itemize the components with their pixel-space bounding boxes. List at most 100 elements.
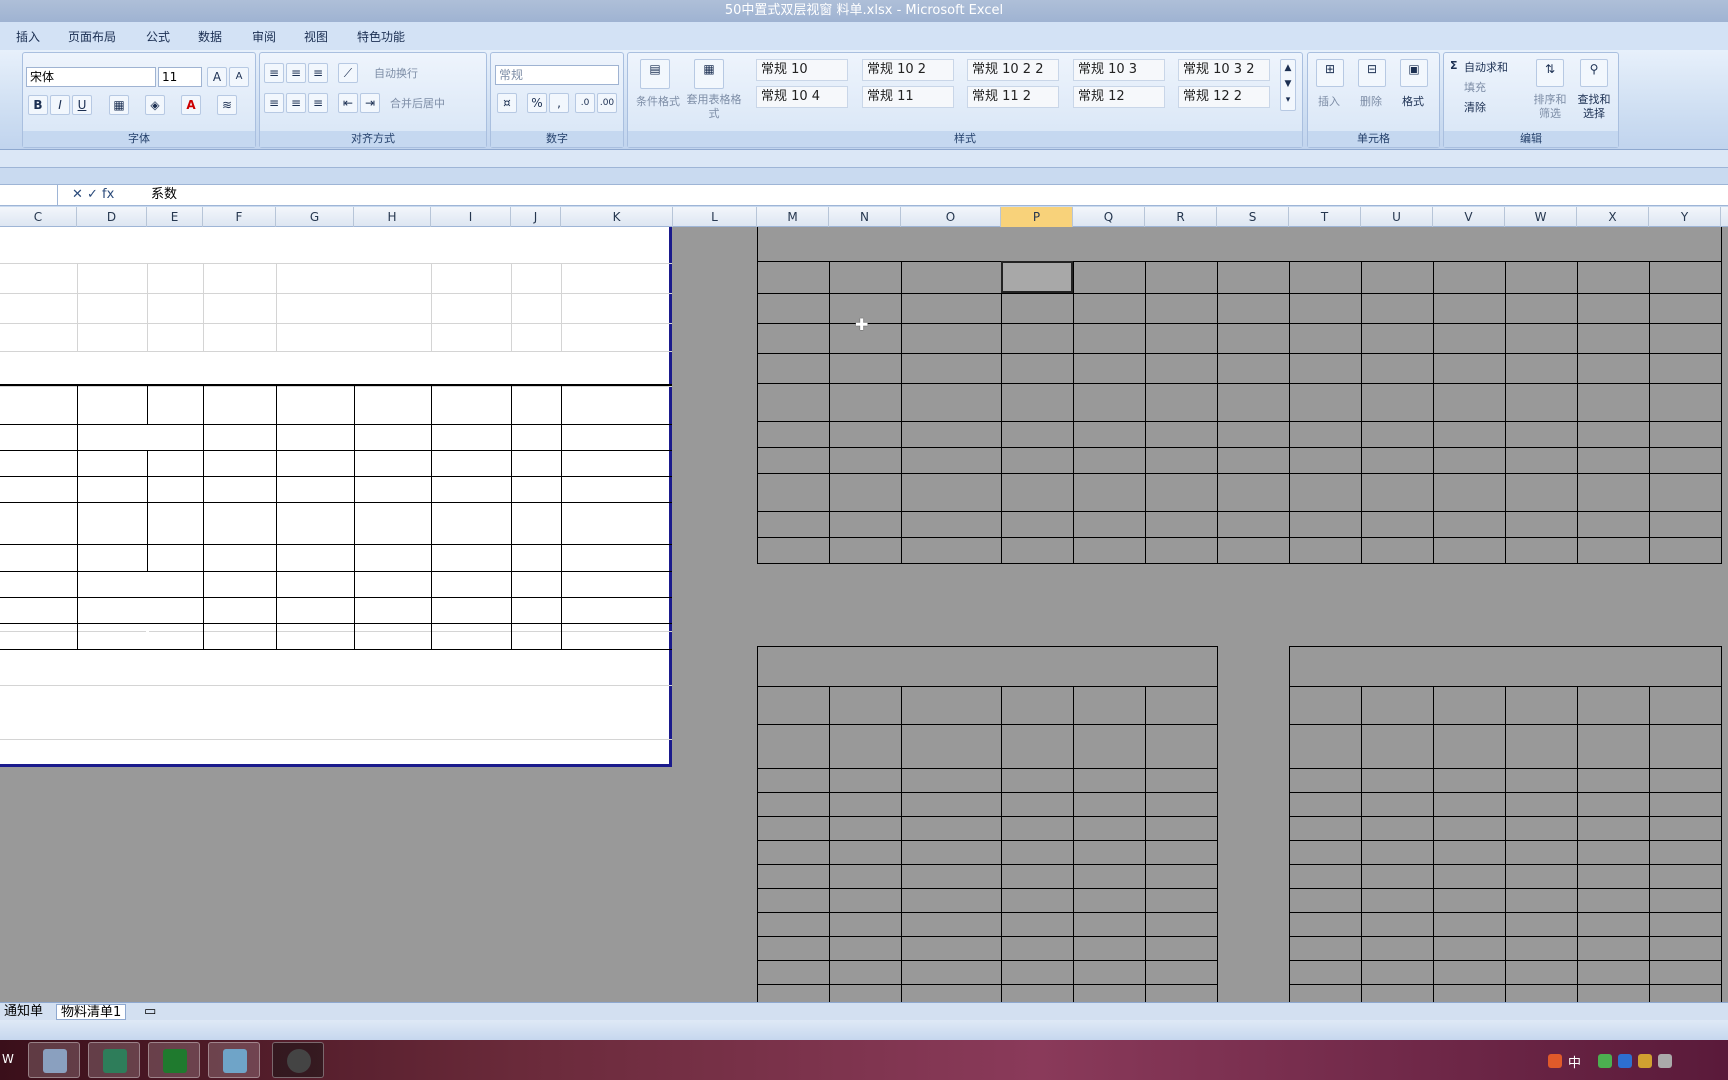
format-cells-button[interactable]: 格式 [1402, 93, 1424, 109]
insert-cells-icon[interactable]: ⊞ [1316, 59, 1344, 87]
align-bottom-icon[interactable]: ≡ [308, 63, 328, 83]
delete-cells-icon[interactable]: ⊟ [1358, 59, 1386, 87]
italic-button[interactable]: I [50, 95, 70, 115]
taskbar-recorder[interactable] [272, 1042, 324, 1078]
column-header-t[interactable]: T [1289, 207, 1361, 227]
column-header-d[interactable]: D [77, 207, 147, 227]
column-header-k[interactable]: K [561, 207, 673, 227]
bold-button[interactable]: B [28, 95, 48, 115]
column-header-w[interactable]: W [1505, 207, 1577, 227]
shrink-font-button[interactable]: A [229, 67, 249, 87]
underline-button[interactable]: U [72, 95, 92, 115]
column-header-h[interactable]: H [354, 207, 431, 227]
column-header-x[interactable]: X [1577, 207, 1649, 227]
fill-button[interactable]: 填充 [1464, 79, 1486, 95]
number-format-select[interactable]: 常规 [495, 65, 619, 85]
style-item[interactable]: 常规 12 2 [1178, 86, 1270, 108]
wrap-text-button[interactable]: 自动换行 [374, 65, 418, 81]
ime-mode[interactable]: 中 [1568, 1052, 1581, 1071]
style-item[interactable]: 常规 11 [862, 86, 954, 108]
wechat-icon[interactable] [1598, 1054, 1612, 1068]
style-item[interactable]: 常规 12 [1073, 86, 1165, 108]
align-center-icon[interactable]: ≡ [286, 93, 306, 113]
align-top-icon[interactable]: ≡ [264, 63, 284, 83]
column-header-o[interactable]: O [901, 207, 1001, 227]
increase-decimal-icon[interactable]: .0 [575, 93, 595, 113]
table-format-button[interactable]: 套用表格格式 [684, 93, 744, 121]
selected-cell[interactable] [1001, 261, 1073, 293]
column-header-q[interactable]: Q [1073, 207, 1145, 227]
decrease-decimal-icon[interactable]: .00 [597, 93, 617, 113]
column-header-g[interactable]: G [276, 207, 354, 227]
style-item[interactable]: 常规 10 4 [756, 86, 848, 108]
formula-input[interactable]: 系数 [151, 186, 177, 204]
worksheet[interactable]: ✚ [0, 227, 1728, 1002]
taskbar-autocad[interactable] [88, 1042, 140, 1078]
align-right-icon[interactable]: ≡ [308, 93, 328, 113]
taskbar-calculator[interactable] [28, 1042, 80, 1078]
grow-font-button[interactable]: A [207, 67, 227, 87]
column-header-u[interactable]: U [1361, 207, 1433, 227]
conditional-format-button[interactable]: 条件格式 [636, 93, 680, 109]
sort-filter-button[interactable]: 排序和筛选 [1530, 93, 1570, 121]
border-icon[interactable]: ▦ [109, 95, 129, 115]
phonetic-icon[interactable]: ≋ [217, 95, 237, 115]
column-header-f[interactable]: F [203, 207, 276, 227]
column-header-l[interactable]: L [673, 207, 757, 227]
ime-icon[interactable] [1548, 1054, 1562, 1068]
tab-special-features[interactable]: 特色功能 [357, 28, 405, 45]
tab-formulas[interactable]: 公式 [146, 28, 170, 45]
column-header-e[interactable]: E [147, 207, 203, 227]
indent-increase-icon[interactable]: ⇥ [360, 93, 380, 113]
style-item[interactable]: 常规 10 [756, 59, 848, 81]
insert-cells-button[interactable]: 插入 [1318, 93, 1340, 109]
font-name-select[interactable]: 宋体 [26, 67, 156, 87]
comma-icon[interactable]: , [549, 93, 569, 113]
column-header-y[interactable]: Y [1649, 207, 1721, 227]
tab-data[interactable]: 数据 [198, 28, 222, 45]
style-item[interactable]: 常规 10 3 2 [1178, 59, 1270, 81]
merge-center-button[interactable]: 合并后居中 [390, 95, 445, 111]
font-size-select[interactable]: 11 [158, 67, 202, 87]
indent-decrease-icon[interactable]: ⇤ [338, 93, 358, 113]
column-header-v[interactable]: V [1433, 207, 1505, 227]
column-header-n[interactable]: N [829, 207, 901, 227]
style-item[interactable]: 常规 10 2 2 [967, 59, 1059, 81]
column-header-j[interactable]: J [511, 207, 561, 227]
taskbar-app[interactable] [208, 1042, 260, 1078]
sheet-tab-notice[interactable]: 通知单 [0, 1004, 47, 1020]
align-middle-icon[interactable]: ≡ [286, 63, 306, 83]
sort-filter-icon[interactable]: ⇅ [1536, 59, 1564, 87]
tab-review[interactable]: 审阅 [252, 28, 276, 45]
style-gallery-scroll[interactable]: ▲ ▼ ▾ [1280, 59, 1296, 111]
style-item[interactable]: 常规 11 2 [967, 86, 1059, 108]
table-format-icon[interactable]: ▦ [694, 59, 724, 89]
sheet-tab-bom-1[interactable]: 物料清单1 [56, 1004, 127, 1020]
style-item[interactable]: 常规 10 3 [1073, 59, 1165, 81]
tray-icon[interactable] [1638, 1054, 1652, 1068]
find-select-button[interactable]: 查找和选择 [1574, 93, 1614, 121]
name-box[interactable] [0, 185, 58, 205]
tab-insert[interactable]: 插入 [16, 28, 40, 45]
fill-color-icon[interactable]: ◈ [145, 95, 165, 115]
new-sheet-icon[interactable]: ▭ [140, 1004, 160, 1020]
format-cells-icon[interactable]: ▣ [1400, 59, 1428, 87]
column-header-i[interactable]: I [431, 207, 511, 227]
orientation-icon[interactable]: ⟋ [338, 63, 358, 83]
conditional-format-icon[interactable]: ▤ [640, 59, 670, 89]
align-left-icon[interactable]: ≡ [264, 93, 284, 113]
column-header-p[interactable]: P [1001, 207, 1073, 227]
percent-icon[interactable]: % [527, 93, 547, 113]
find-select-icon[interactable]: ⚲ [1580, 59, 1608, 87]
delete-cells-button[interactable]: 删除 [1360, 93, 1382, 109]
clear-button[interactable]: 清除 [1464, 99, 1486, 115]
column-header-s[interactable]: S [1217, 207, 1289, 227]
currency-icon[interactable]: ¤ [497, 93, 517, 113]
column-header-m[interactable]: M [757, 207, 829, 227]
tab-view[interactable]: 视图 [304, 28, 328, 45]
volume-icon[interactable] [1658, 1054, 1672, 1068]
start-button[interactable]: W [2, 1052, 14, 1066]
autosum-button[interactable]: 自动求和 [1464, 59, 1508, 75]
style-item[interactable]: 常规 10 2 [862, 59, 954, 81]
tray-icon[interactable] [1618, 1054, 1632, 1068]
